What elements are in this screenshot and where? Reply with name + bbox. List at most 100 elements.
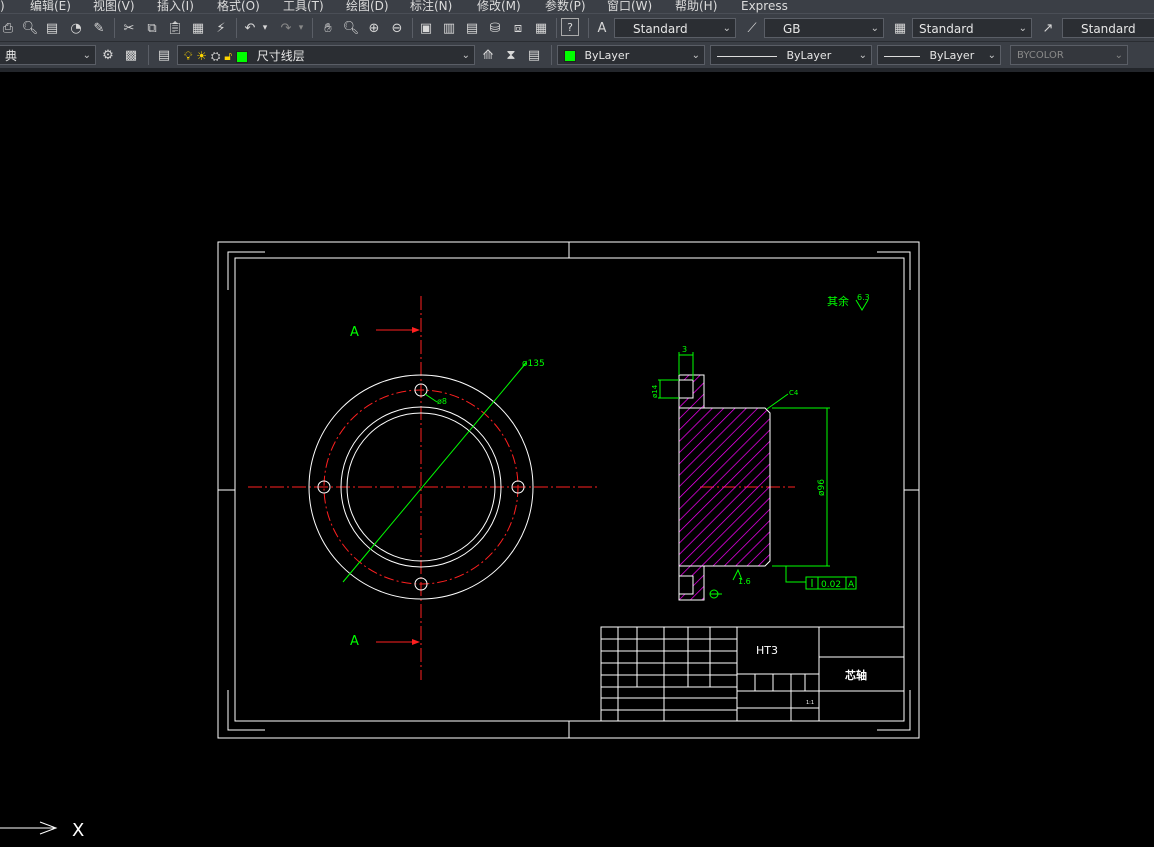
- plot-icon[interactable]: ⎙: [0, 18, 18, 38]
- section-view: 3 ø14 C4 ø96 1.6 0.02 A 其余 6.3: [651, 293, 870, 601]
- layer-freeze-icon[interactable]: ☀: [196, 49, 207, 63]
- sheet-set-icon[interactable]: ⛁: [485, 18, 505, 38]
- menu-item-format[interactable]: 格式(O): [217, 0, 260, 13]
- shaft-body: [678, 407, 771, 567]
- chevron-down-icon: ⌄: [858, 50, 867, 61]
- zoom-realtime-icon[interactable]: 🔍︎: [341, 18, 361, 38]
- drawing-canvas[interactable]: ø135 ø8 A A 3 ø14 C4 ø96 1.6 0.02 A 其余 6…: [0, 72, 1154, 847]
- counterbore-top: [678, 379, 694, 399]
- copy-icon[interactable]: ⧉: [142, 18, 162, 38]
- properties-icon[interactable]: ▣: [416, 18, 436, 38]
- menu-item-file-partial[interactable]: ): [0, 0, 5, 13]
- layer-states-icon[interactable]: ▤: [524, 45, 544, 65]
- block-editor-icon[interactable]: ⚡︎: [211, 18, 231, 38]
- markup-icon[interactable]: ⧈: [508, 18, 528, 38]
- table-style-select[interactable]: Standard ⌄: [912, 18, 1032, 38]
- title-block-scale: 1:1: [806, 700, 814, 706]
- menu-item-tools[interactable]: 工具(T): [283, 0, 324, 13]
- table-style-value: Standard: [919, 22, 974, 36]
- layer-on-icon[interactable]: 💡︎: [184, 49, 192, 63]
- ucs-icon: X: [0, 820, 84, 841]
- 3d-dwf-icon[interactable]: ◔: [66, 18, 86, 38]
- dim-style-icon[interactable]: ⟋: [742, 18, 762, 38]
- pan-icon[interactable]: ✋︎: [318, 18, 338, 38]
- menu-item-dimension[interactable]: 标注(N): [410, 0, 452, 13]
- match-properties-icon[interactable]: ▦: [188, 18, 208, 38]
- toolbar-separator: [114, 18, 115, 38]
- cut-icon[interactable]: ✂: [119, 18, 139, 38]
- ucs-x-label: X: [72, 820, 84, 841]
- outer-diameter-label: ø135: [522, 359, 545, 369]
- chevron-down-icon: ⌄: [461, 50, 470, 61]
- menu-item-edit[interactable]: 编辑(E): [30, 0, 71, 13]
- make-object-layer-current-icon[interactable]: ⟰: [478, 45, 498, 65]
- table-style-icon[interactable]: ▦: [890, 18, 910, 38]
- menu-item-window[interactable]: 窗口(W): [607, 0, 652, 13]
- chevron-down-icon: ⌄: [987, 50, 996, 61]
- menu-item-parametric[interactable]: 参数(P): [545, 0, 586, 13]
- layer-color-swatch: [235, 50, 248, 63]
- toolbar-separator: [412, 18, 413, 38]
- menu-item-insert[interactable]: 插入(I): [157, 0, 194, 13]
- text-style-icon[interactable]: A: [592, 18, 612, 38]
- hole-diameter-label: ø8: [437, 397, 447, 406]
- redo-dropdown-icon[interactable]: ▾: [295, 18, 307, 38]
- workspace-value: 典: [5, 49, 18, 63]
- plot-style-select[interactable]: BYCOLOR ⌄: [1010, 45, 1128, 65]
- dim-style-select[interactable]: GB ⌄: [764, 18, 884, 38]
- chamfer-label: C4: [789, 389, 799, 397]
- plot-preview-icon[interactable]: 🔍︎: [20, 18, 40, 38]
- multileader-style-icon[interactable]: ↗: [1038, 18, 1058, 38]
- menu-item-express[interactable]: Express: [741, 0, 788, 13]
- layer-previous-icon[interactable]: ⧗: [501, 45, 521, 65]
- chamfer-leader: [766, 393, 789, 410]
- publish-icon[interactable]: ▤: [42, 18, 62, 38]
- layer-select[interactable]: 💡︎ ☀ ⛭ 🔓︎ 尺寸线层 ⌄: [177, 45, 475, 65]
- toolbar-separator: [556, 18, 557, 38]
- lineweight-select[interactable]: ByLayer ⌄: [877, 45, 1001, 65]
- datum-letter: A: [848, 580, 855, 590]
- layers-properties-toolbar: 典 ⌄ ⚙ ▩ ▤ 💡︎ ☀ ⛭ 🔓︎ 尺寸线层 ⌄ ⟰ ⧗ ▤ ByLayer…: [0, 41, 1154, 69]
- chevron-down-icon: ⌄: [1018, 23, 1027, 34]
- zoom-previous-icon[interactable]: ⊖: [387, 18, 407, 38]
- help-icon[interactable]: ?: [561, 18, 579, 36]
- layer-lock-icon[interactable]: 🔓︎: [224, 49, 232, 63]
- drawing-sheet-frame: [217, 241, 920, 739]
- menu-item-view[interactable]: 视图(V): [93, 0, 135, 13]
- hole-leader: [424, 393, 438, 403]
- menu-item-draw[interactable]: 绘图(D): [346, 0, 389, 13]
- workspace-select[interactable]: 典 ⌄: [0, 45, 96, 65]
- tool-palettes-icon[interactable]: ▤: [462, 18, 482, 38]
- workspace-settings-icon[interactable]: ⚙: [98, 45, 118, 65]
- section-arrowhead-top: [412, 327, 420, 333]
- flange-thickness-label: 3: [682, 345, 687, 354]
- toolbar-separator: [588, 18, 589, 38]
- paste-icon[interactable]: 📋︎: [165, 18, 185, 38]
- etransmit-icon[interactable]: ✎: [89, 18, 109, 38]
- zoom-window-icon[interactable]: ⊕: [364, 18, 384, 38]
- multileader-style-select[interactable]: Standard: [1062, 18, 1154, 38]
- counterbore-bottom: [678, 575, 694, 595]
- linetype-select[interactable]: ByLayer ⌄: [710, 45, 872, 65]
- color-select[interactable]: ByLayer ⌄: [557, 45, 705, 65]
- diameter-leader: [342, 362, 527, 583]
- linetype-value: ByLayer: [786, 49, 832, 62]
- chevron-down-icon: ⌄: [870, 23, 879, 34]
- undo-dropdown-icon[interactable]: ▾: [259, 18, 271, 38]
- chevron-down-icon: ⌄: [691, 50, 700, 61]
- design-center-icon[interactable]: ▥: [439, 18, 459, 38]
- layer-viewport-freeze-icon[interactable]: ⛭: [211, 49, 221, 63]
- chevron-down-icon: ⌄: [1114, 50, 1123, 61]
- calculator-icon[interactable]: ▦: [531, 18, 551, 38]
- text-style-select[interactable]: Standard ⌄: [614, 18, 736, 38]
- toolbar-separator: [236, 18, 237, 38]
- section-label-bottom: A: [350, 634, 359, 649]
- layer-tool-icon[interactable]: ▩: [121, 45, 141, 65]
- chevron-down-icon: ⌄: [82, 50, 91, 61]
- redo-icon[interactable]: ↷: [276, 18, 296, 38]
- menu-item-modify[interactable]: 修改(M): [477, 0, 521, 13]
- undo-icon[interactable]: ↶: [240, 18, 260, 38]
- toolbar-separator: [148, 45, 149, 65]
- layer-properties-manager-icon[interactable]: ▤: [154, 45, 174, 65]
- menu-item-help[interactable]: 帮助(H): [675, 0, 717, 13]
